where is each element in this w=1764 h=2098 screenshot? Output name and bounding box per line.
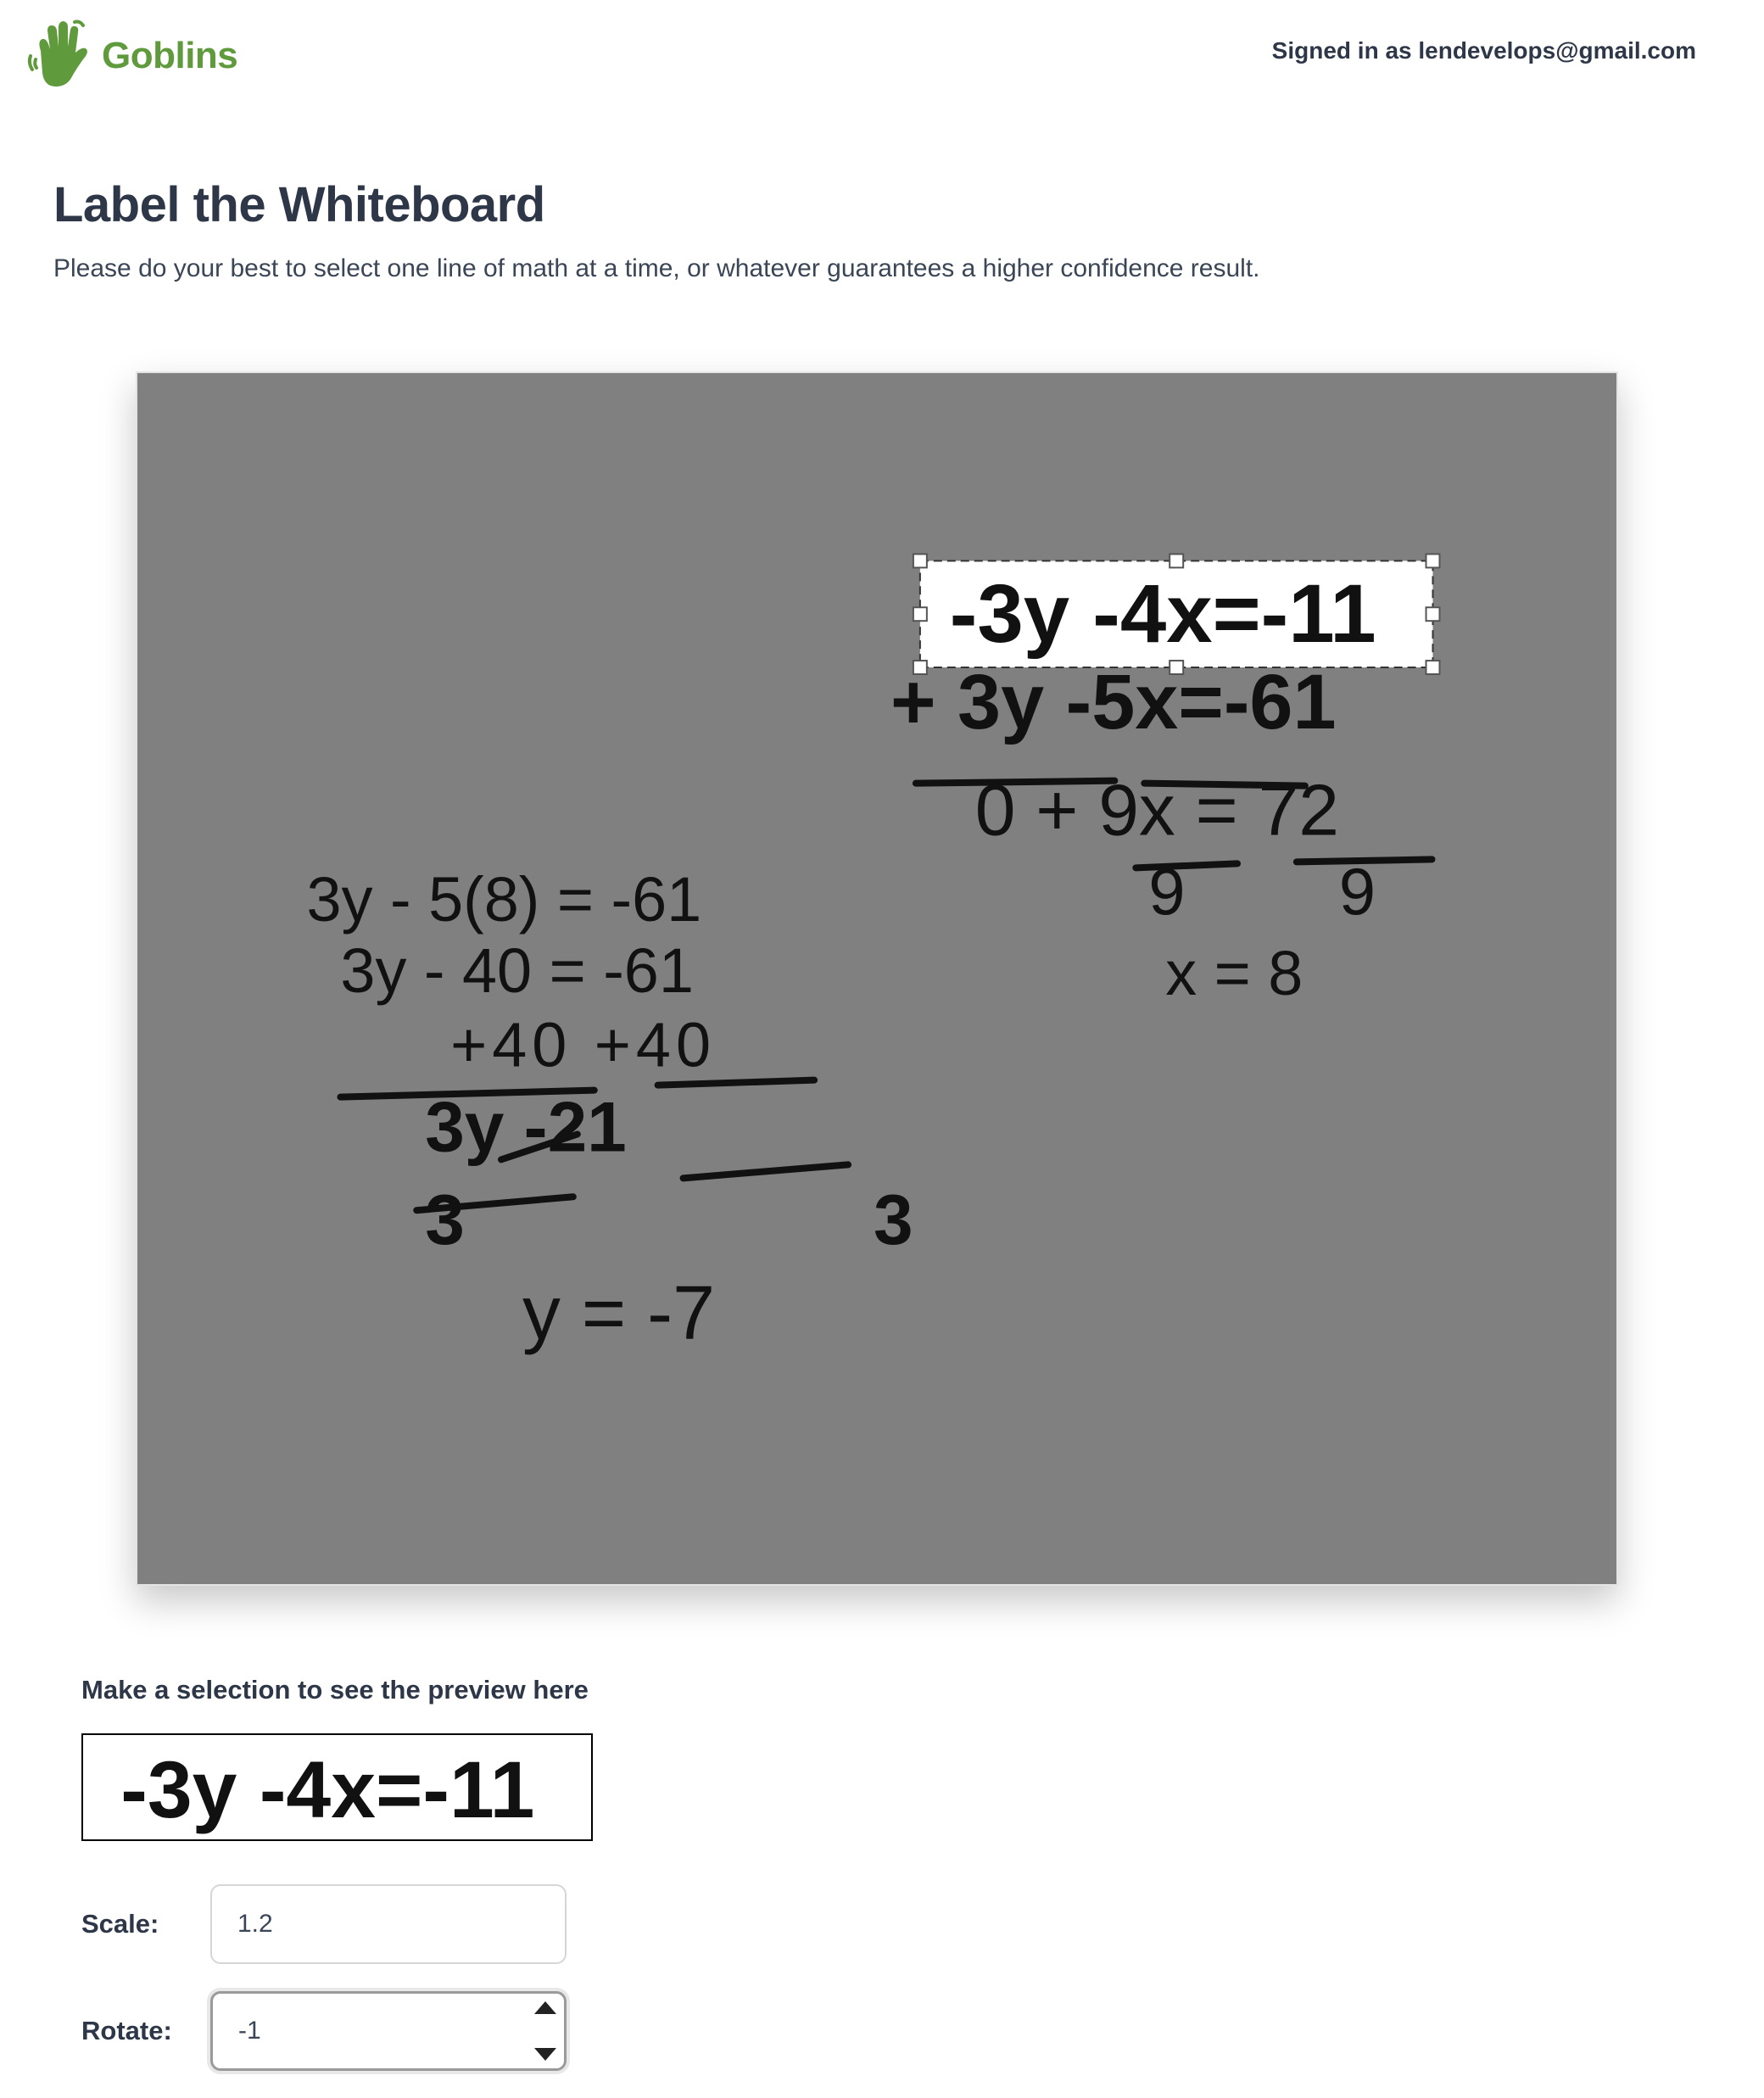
- board-line: + 3y -5x=-61: [890, 659, 1337, 745]
- scale-label: Scale:: [81, 1909, 159, 1939]
- selection-preview: -3y -4x=-11: [81, 1733, 593, 1841]
- preview-label: Make a selection to see the preview here: [81, 1675, 589, 1705]
- stepper-down-icon[interactable]: [534, 2048, 556, 2061]
- rotate-row: Rotate:: [81, 1991, 567, 2071]
- rotate-input[interactable]: [210, 1991, 567, 2071]
- rotate-field-wrapper: [210, 1991, 567, 2071]
- logo-link[interactable]: Goblins: [24, 19, 238, 92]
- page-subtitle: Please do your best to select one line o…: [53, 254, 1260, 282]
- board-line: -3y -4x=-11: [950, 567, 1376, 660]
- scale-input[interactable]: [210, 1884, 567, 1964]
- whiteboard-drawing[interactable]: -3y -4x=-11 + 3y -5x=-61 0 + 9x = 72 9 9…: [137, 373, 1616, 1584]
- board-line: +40 +40: [450, 1010, 716, 1080]
- waving-hand-icon: [24, 19, 92, 92]
- board-line: 3 3: [425, 1180, 1108, 1259]
- whiteboard-canvas[interactable]: -3y -4x=-11 + 3y -5x=-61 0 + 9x = 72 9 9…: [136, 371, 1618, 1586]
- logo-text: Goblins: [102, 34, 238, 76]
- board-line: 3y - 40 = -61: [340, 935, 693, 1006]
- top-bar: Goblins Signed in as lendevelops@gmail.c…: [0, 0, 1764, 110]
- signed-in-status: Signed in as lendevelops@gmail.com: [1271, 37, 1696, 64]
- rotate-label: Rotate:: [81, 2016, 172, 2045]
- stepper-up-icon[interactable]: [534, 2001, 556, 2014]
- board-line: 3y - 5(8) = -61: [307, 864, 702, 935]
- board-line: y = -7: [522, 1271, 715, 1356]
- scale-row: Scale:: [81, 1884, 567, 1964]
- page-title: Label the Whiteboard: [53, 177, 545, 232]
- rotate-stepper[interactable]: [533, 2001, 558, 2061]
- preview-math: -3y -4x=-11: [120, 1745, 534, 1835]
- board-line: x = 8: [1165, 938, 1303, 1008]
